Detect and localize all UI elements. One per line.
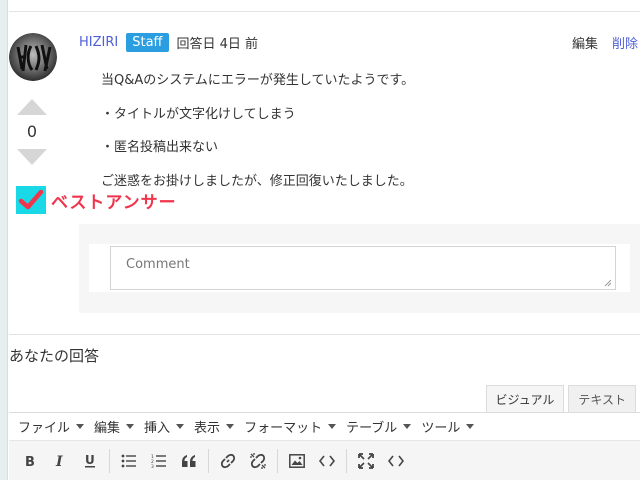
editor-toolbar: B I U 123	[9, 441, 640, 480]
comment-input[interactable]: Comment	[110, 246, 616, 290]
comment-placeholder: Comment	[126, 257, 190, 272]
menu-insert[interactable]: 挿入	[144, 417, 185, 436]
caret-down-icon	[466, 424, 475, 429]
underline-icon[interactable]: U	[75, 446, 105, 476]
answer-meta: HIZIRI Staff 回答日 4日 前	[79, 31, 258, 53]
avatar[interactable]	[9, 33, 57, 81]
menu-label: 挿入	[144, 421, 171, 436]
answer-actions: 編集 削除	[572, 31, 640, 53]
image-icon[interactable]	[282, 446, 312, 476]
left-frame-border	[0, 0, 8, 480]
caret-down-icon	[76, 424, 85, 429]
link-icon[interactable]	[213, 446, 243, 476]
checkmark-icon	[16, 186, 46, 214]
menu-label: ツール	[421, 421, 461, 436]
caret-down-icon	[126, 424, 135, 429]
menu-table[interactable]: テーブル	[346, 417, 412, 436]
edit-link[interactable]: 編集	[572, 33, 598, 52]
section-divider	[9, 334, 640, 335]
toolbar-separator	[208, 449, 209, 473]
comment-wrapper: Comment	[89, 244, 630, 292]
answer-paragraph: ご迷惑をお掛けしましたが、修正回復いたしました。	[101, 173, 413, 189]
author-link[interactable]: HIZIRI	[79, 35, 118, 50]
menu-view[interactable]: 表示	[194, 417, 235, 436]
bullet-list-icon[interactable]	[114, 446, 144, 476]
resize-grip-icon[interactable]	[604, 279, 612, 287]
vote-count: 0	[26, 122, 38, 141]
toolbar-separator	[109, 449, 110, 473]
top-divider	[9, 11, 640, 12]
svg-text:3: 3	[151, 464, 154, 468]
source-code-icon[interactable]	[381, 446, 411, 476]
answer-paragraph: ・匿名投稿出来ない	[101, 140, 219, 155]
italic-icon[interactable]: I	[45, 446, 75, 476]
menu-label: 編集	[94, 421, 121, 436]
menu-label: フォーマット	[244, 421, 323, 436]
menu-label: 表示	[194, 421, 221, 436]
caret-down-icon	[176, 424, 185, 429]
editor-menubar: ファイル 編集 挿入 表示 フォーマット テーブル ツール	[9, 413, 640, 441]
menu-format[interactable]: フォーマット	[244, 417, 337, 436]
vote-down-icon[interactable]	[16, 148, 48, 166]
your-answer-heading: あなたの回答	[9, 347, 100, 365]
code-icon[interactable]	[312, 446, 342, 476]
numbered-list-icon[interactable]: 123	[144, 446, 174, 476]
toolbar-separator	[346, 449, 347, 473]
tab-visual[interactable]: ビジュアル	[485, 385, 565, 413]
answered-date: 回答日 4日 前	[176, 36, 259, 52]
editor-tabs: ビジュアル テキスト	[485, 385, 636, 413]
staff-badge: Staff	[126, 32, 169, 52]
unlink-icon[interactable]	[243, 446, 273, 476]
editor-header: ファイル 編集 挿入 表示 フォーマット テーブル ツール B I U 123	[9, 412, 640, 480]
delete-link[interactable]: 削除	[612, 33, 640, 52]
fullscreen-icon[interactable]	[351, 446, 381, 476]
answer-paragraph: ・タイトルが文字化けしてしまう	[101, 106, 296, 122]
menu-label: ファイル	[18, 421, 71, 436]
answer-paragraph: 当Q&Aのシステムにエラーが発生していたようです。	[101, 73, 415, 88]
comment-section: Comment	[79, 224, 640, 313]
toolbar-separator	[277, 449, 278, 473]
menu-edit[interactable]: 編集	[94, 417, 135, 436]
caret-down-icon	[328, 424, 337, 429]
blockquote-icon[interactable]	[174, 446, 204, 476]
caret-down-icon	[403, 424, 412, 429]
bold-icon[interactable]: B	[15, 446, 45, 476]
svg-text:I: I	[55, 454, 63, 468]
menu-label: テーブル	[346, 421, 398, 436]
vote-up-icon[interactable]	[16, 98, 48, 116]
menu-tools[interactable]: ツール	[421, 417, 475, 436]
svg-text:U: U	[85, 453, 95, 467]
svg-text:B: B	[25, 455, 35, 468]
caret-down-icon	[226, 424, 235, 429]
menu-file[interactable]: ファイル	[18, 417, 85, 436]
tab-text[interactable]: テキスト	[568, 385, 636, 413]
answer-body: 当Q&Aのシステムにエラーが発生していたようです。 ・タイトルが文字化けしてしま…	[101, 72, 621, 206]
